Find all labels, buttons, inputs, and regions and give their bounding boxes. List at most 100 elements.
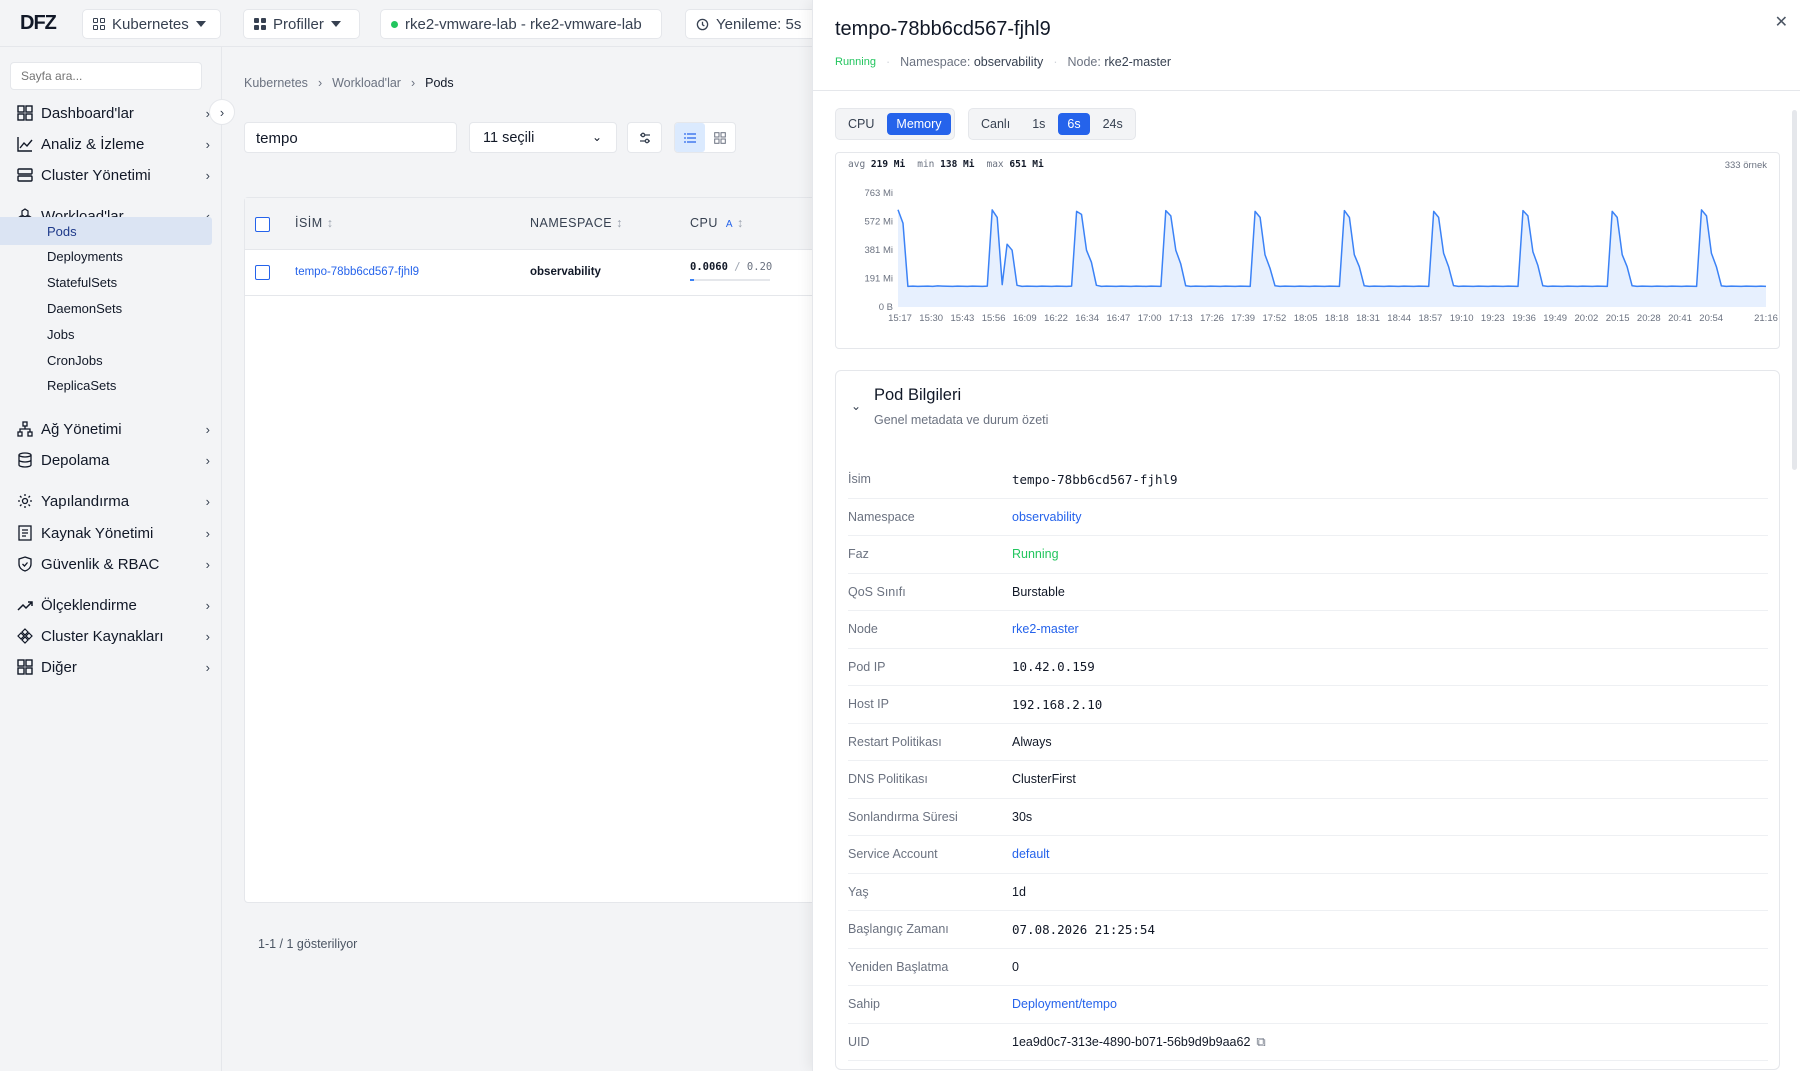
sidebar-item-5[interactable]: Depolama › <box>0 445 222 475</box>
sidebar-item-11[interactable]: Diğer › <box>0 652 222 682</box>
info-row: İsim tempo-78bb6cd567-fjhl9 <box>848 461 1768 499</box>
sidebar-item-9[interactable]: Ölçeklendirme › <box>0 590 222 620</box>
info-row: Sonlandırma Süresi 30s <box>848 799 1768 836</box>
tab-6s[interactable]: 6s <box>1058 113 1090 135</box>
refresh-interval-selector[interactable]: Yenileme: 5s <box>685 9 820 39</box>
divider <box>813 90 1800 91</box>
page-search-input[interactable] <box>10 62 202 90</box>
column-cpu-header[interactable]: CPU A ↕ <box>690 216 744 230</box>
chevron-down-icon[interactable]: ⌄ <box>851 399 861 413</box>
chevron-right-icon: › <box>205 421 210 437</box>
table-row[interactable]: tempo-78bb6cd567-fjhl9 observability 0.0… <box>245 250 833 296</box>
sidebar-item-label: Cluster Kaynakları <box>41 627 164 645</box>
x-tick-label: 15:17 <box>888 313 912 324</box>
caret-down-icon <box>195 21 206 27</box>
sidebar-item-10[interactable]: Cluster Kaynakları › <box>0 621 222 651</box>
sidebar-sub-item-0[interactable]: Pods <box>0 217 212 245</box>
x-tick-label: 17:13 <box>1169 313 1193 324</box>
tab-memory[interactable]: Memory <box>887 113 951 135</box>
tab-cpu[interactable]: CPU <box>839 113 883 135</box>
table-header: İSİM ↕ NAMESPACE ↕ CPU A ↕ <box>245 198 833 250</box>
column-name-header[interactable]: İSİM ↕ <box>295 216 333 230</box>
sidebar-item-2[interactable]: Cluster Yönetimi › <box>0 160 222 190</box>
info-row: Sahip Deployment/tempo <box>848 986 1768 1024</box>
info-value[interactable]: observability <box>1012 510 1081 524</box>
sidebar-item-7[interactable]: Kaynak Yönetimi › <box>0 518 222 548</box>
meta-node-value: rke2-master <box>1104 55 1172 69</box>
info-key: Host IP <box>848 697 889 712</box>
info-key: UID <box>848 1034 870 1049</box>
info-key: Namespace <box>848 509 915 524</box>
filter-input[interactable]: tempo <box>244 122 457 153</box>
meta-separator: · <box>1053 55 1058 69</box>
sidebar-sub-item-1[interactable]: Deployments <box>0 243 212 271</box>
pod-detail-drawer: tempo-78bb6cd567-fjhl9 ✕ Running · Names… <box>812 0 1800 1071</box>
server-icon <box>17 168 33 182</box>
namespace-select[interactable]: 11 seçili ⌄ <box>469 122 617 153</box>
list-icon <box>683 132 696 143</box>
namespace-select-value: 11 seçili <box>483 130 535 146</box>
x-tick-label: 19:36 <box>1512 313 1536 324</box>
x-tick-label: 15:56 <box>982 313 1006 324</box>
select-all-checkbox[interactable] <box>255 217 270 232</box>
x-tick-label: 19:10 <box>1450 313 1474 324</box>
sidebar-item-label: Analiz & İzleme <box>41 135 145 153</box>
breadcrumb-separator-icon: › <box>317 76 323 90</box>
tab-1s[interactable]: 1s <box>1023 113 1054 135</box>
sidebar-toggle-button[interactable]: › <box>209 99 235 125</box>
filter-settings-button[interactable] <box>627 122 662 153</box>
sidebar-sub-item-5[interactable]: CronJobs <box>0 346 212 374</box>
sidebar-sub-item-3[interactable]: DaemonSets <box>0 294 212 322</box>
list-view-button[interactable] <box>675 123 705 152</box>
sidebar-item-0[interactable]: Dashboard'lar › <box>0 98 222 128</box>
clock-icon <box>696 18 709 30</box>
pod-info-title: Pod Bilgileri <box>874 386 962 404</box>
network-icon <box>17 421 33 437</box>
shield-icon <box>18 556 32 572</box>
close-icon[interactable]: ✕ <box>1775 12 1788 32</box>
info-row: Başlangıç Zamanı 07.08.2026 21:25:54 <box>848 911 1768 949</box>
sidebar-sub-item-6[interactable]: ReplicaSets <box>0 372 212 400</box>
y-tick-label: 763 Mi <box>864 188 893 199</box>
app-logo[interactable]: DFZ <box>20 12 57 35</box>
sidebar: › Dashboard'lar › Analiz & İzleme › Clus… <box>0 47 235 1071</box>
chevron-right-icon: › <box>205 628 210 644</box>
x-tick-label: 15:30 <box>919 313 943 324</box>
grid-icon <box>714 131 726 144</box>
info-key: Sonlandırma Süresi <box>848 809 958 824</box>
breadcrumb-workloads[interactable]: Workload'lar <box>332 76 401 90</box>
sidebar-sub-item-4[interactable]: Jobs <box>0 320 212 348</box>
row-checkbox[interactable] <box>255 265 270 280</box>
column-namespace-header[interactable]: NAMESPACE ↕ <box>530 216 623 230</box>
memory-chart[interactable]: 763 Mi 572 Mi 381 Mi 191 Mi 0 B15:17 15:30 15:… <box>836 153 1781 350</box>
drawer-scrollbar[interactable] <box>1792 110 1797 470</box>
pod-name-link[interactable]: tempo-78bb6cd567-fjhl9 <box>295 266 419 278</box>
info-key: Yeniden Başlatma <box>848 959 949 974</box>
sidebar-item-6[interactable]: Yapılandırma › <box>0 486 222 516</box>
sidebar-item-4[interactable]: Ağ Yönetimi › <box>0 414 222 444</box>
info-key: Sahip <box>848 997 880 1012</box>
chevron-right-icon: › <box>205 659 210 675</box>
breadcrumb-separator-icon: › <box>410 76 416 90</box>
cluster-selector[interactable]: rke2-vmware-lab - rke2-vmware-lab <box>380 9 662 39</box>
info-value[interactable]: rke2-master <box>1012 622 1079 636</box>
tab-live[interactable]: Canlı <box>972 113 1019 135</box>
sidebar-sub-item-2[interactable]: StatefulSets <box>0 269 212 297</box>
x-tick-label: 19:49 <box>1543 313 1567 324</box>
grid-view-button[interactable] <box>705 123 735 152</box>
profiles-dropdown[interactable]: Profiller <box>243 9 360 39</box>
sort-icon: ↕ <box>326 216 334 230</box>
copy-icon[interactable]: ⧉ <box>1256 1034 1265 1050</box>
sidebar-item-8[interactable]: Güvenlik & RBAC › <box>0 549 222 579</box>
info-value[interactable]: Deployment/tempo <box>1012 997 1117 1011</box>
info-value[interactable]: default <box>1012 847 1050 861</box>
tab-24s[interactable]: 24s <box>1094 113 1132 135</box>
meta-node: Node: rke2-master <box>1067 55 1171 69</box>
kubernetes-dropdown[interactable]: Kubernetes <box>82 9 221 39</box>
drawer-title: tempo-78bb6cd567-fjhl9 <box>835 18 1051 40</box>
info-value: Burstable <box>1012 584 1065 599</box>
sidebar-item-1[interactable]: Analiz & İzleme › <box>0 129 222 159</box>
breadcrumb-kubernetes[interactable]: Kubernetes <box>244 76 308 90</box>
sidebar-item-label: Depolama <box>41 451 110 469</box>
cpu-used: 0.0060 <box>690 261 728 273</box>
